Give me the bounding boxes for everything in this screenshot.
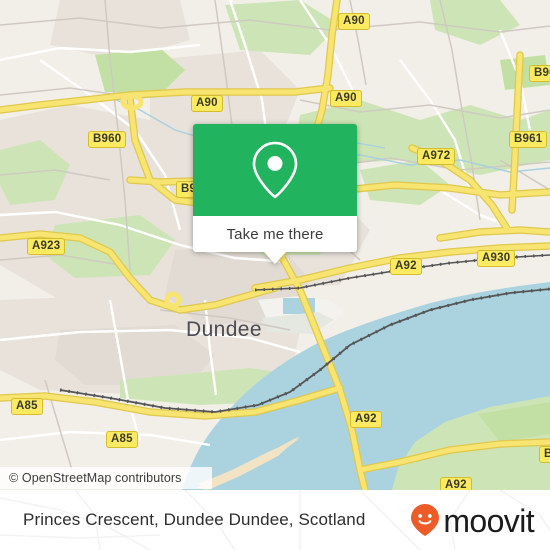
road-shield: A90 [191,95,223,113]
popup-pointer-tail [264,252,286,264]
take-me-there-popup[interactable]: Take me there [193,124,357,264]
moovit-smiley-pin-icon [411,504,440,536]
moovit-wordmark: moovit [443,503,534,539]
map-pin-icon [252,141,298,199]
road-shield: B961 [509,131,548,149]
map-attribution-text: © OpenStreetMap contributors [9,471,182,485]
footer-bar: Princes Crescent, Dundee Dundee, Scotlan… [0,490,550,550]
moovit-logo[interactable]: moovit [410,490,535,550]
road-shield: A972 [417,148,456,166]
road-shield: A85 [11,398,43,416]
road-shield: A90 [338,13,370,31]
road-shield: B946 [539,446,550,464]
take-me-there-label: Take me there [226,225,324,243]
road-shield: A930 [477,250,516,268]
popup-header [193,124,357,216]
location-title: Princes Crescent, Dundee Dundee, Scotlan… [23,510,366,529]
map-attribution[interactable]: © OpenStreetMap contributors [0,467,212,489]
road-shield: A92 [440,477,472,490]
road-shield: B961 [529,65,550,83]
road-shield: A90 [330,90,362,108]
popup-footer[interactable]: Take me there [193,216,357,264]
road-shield: A85 [106,431,138,449]
map-city-label: Dundee [186,318,262,341]
road-shield: A92 [390,258,422,276]
road-shield: B960 [88,131,127,149]
road-shield: A92 [350,411,382,429]
road-shield: A923 [27,238,66,256]
moovit-map-screenshot: Dundee A90B961A90A90B960B961A972B960A923… [0,0,550,550]
